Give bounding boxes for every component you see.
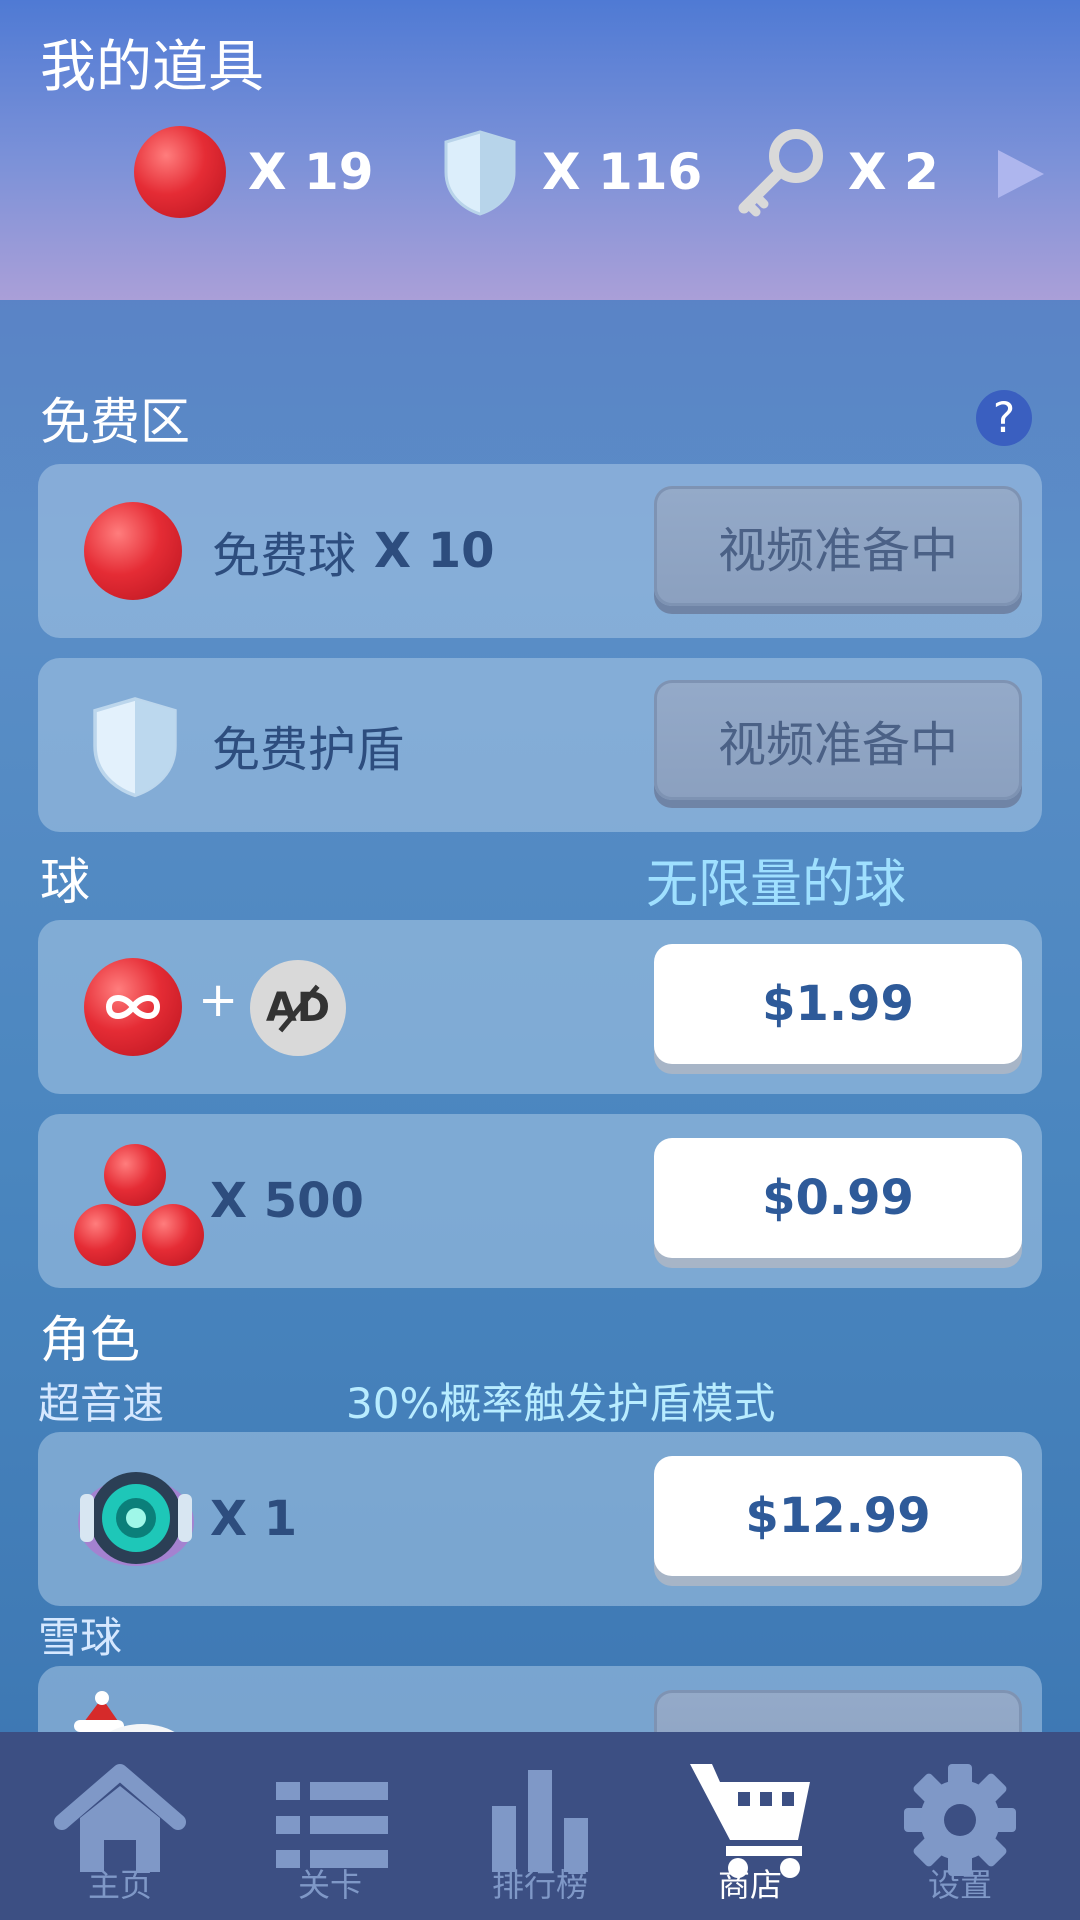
supersonic-qty: X 1 <box>210 1491 298 1547</box>
bottom-nav: 主页 关卡 排行榜 商店 设置 <box>0 1732 1080 1920</box>
free-shield-name: 免费护盾 <box>212 722 405 778</box>
nav-shop-label: 商店 <box>717 1866 782 1904</box>
robot-character-icon <box>78 1472 194 1566</box>
red-ball-icon <box>134 126 226 218</box>
characters-label: 角色 <box>40 1311 140 1369</box>
character-name-snowball: 雪球 <box>38 1613 123 1662</box>
nav-leaderboard[interactable]: 排行榜 <box>432 1732 648 1920</box>
nav-shop[interactable]: 商店 <box>642 1732 858 1920</box>
supersonic-buy-button[interactable]: $12.99 <box>654 1456 1022 1576</box>
inventory-keys: X 2 <box>734 122 939 222</box>
free-ball-text: 免费球 X 10 <box>212 464 495 638</box>
inventory-header: 我的道具 X 19 X 116 X 2 <box>0 0 1080 300</box>
free-shield-text: 免费护盾 <box>212 658 404 832</box>
free-shield-card: 免费护盾 视频准备中 <box>38 658 1042 832</box>
no-ad-icon: AD <box>250 960 346 1056</box>
nav-leaderboard-label: 排行榜 <box>491 1866 588 1904</box>
unlimited-balls-card: + AD $1.99 <box>38 920 1042 1094</box>
nav-levels[interactable]: 关卡 <box>222 1732 438 1920</box>
ball-count: X 19 <box>248 143 374 201</box>
character-desc-supersonic: 30%概率触发护盾模式 <box>346 1379 776 1428</box>
infinity-symbol <box>105 995 161 1019</box>
free-ball-name: 免费球 <box>212 528 357 584</box>
key-count: X 2 <box>848 143 939 201</box>
free-ball-qty: X 10 <box>374 523 495 579</box>
stack-ball-top <box>104 1144 166 1206</box>
inventory-shields: X 116 <box>440 122 702 222</box>
shield-icon <box>93 697 177 798</box>
page-title: 我的道具 <box>40 35 264 100</box>
free-shield-video-button[interactable]: 视频准备中 <box>654 680 1022 800</box>
stack-ball-left <box>74 1204 136 1266</box>
character-name-supersonic: 超音速 <box>38 1379 165 1428</box>
shield-count: X 116 <box>542 143 703 201</box>
inventory-balls: X 19 <box>134 122 374 222</box>
supersonic-card: X 1 $12.99 <box>38 1432 1042 1606</box>
shield-icon <box>444 130 516 216</box>
unlimited-balls-buy-button[interactable]: $1.99 <box>654 944 1022 1064</box>
free-ball-video-button[interactable]: 视频准备中 <box>654 486 1022 606</box>
free-ball-card: 免费球 X 10 视频准备中 <box>38 464 1042 638</box>
nav-levels-label: 关卡 <box>297 1866 362 1904</box>
key-icon <box>738 129 823 217</box>
arrow-right-icon[interactable] <box>998 150 1044 198</box>
ball-pack-buy-button[interactable]: $0.99 <box>654 1138 1022 1258</box>
ball-pack-qty: X 500 <box>210 1173 364 1229</box>
help-button[interactable]: ? <box>976 390 1032 446</box>
infinity-ball-icon <box>84 958 182 1056</box>
red-ball-icon <box>84 502 182 600</box>
supersonic-text: X 1 <box>210 1432 297 1606</box>
plus-sign: + <box>198 972 239 1028</box>
balls-label: 球 <box>40 853 90 911</box>
nav-settings[interactable]: 设置 <box>852 1732 1068 1920</box>
unlimited-balls-label: 无限量的球 <box>646 855 907 915</box>
nav-settings-label: 设置 <box>927 1866 992 1904</box>
ball-pack-text: X 500 <box>210 1114 364 1288</box>
nav-home-label: 主页 <box>87 1866 152 1904</box>
stack-ball-right <box>142 1204 204 1266</box>
nav-home[interactable]: 主页 <box>12 1732 228 1920</box>
ball-pack-card: X 500 $0.99 <box>38 1114 1042 1288</box>
free-zone-label: 免费区 <box>40 393 190 451</box>
